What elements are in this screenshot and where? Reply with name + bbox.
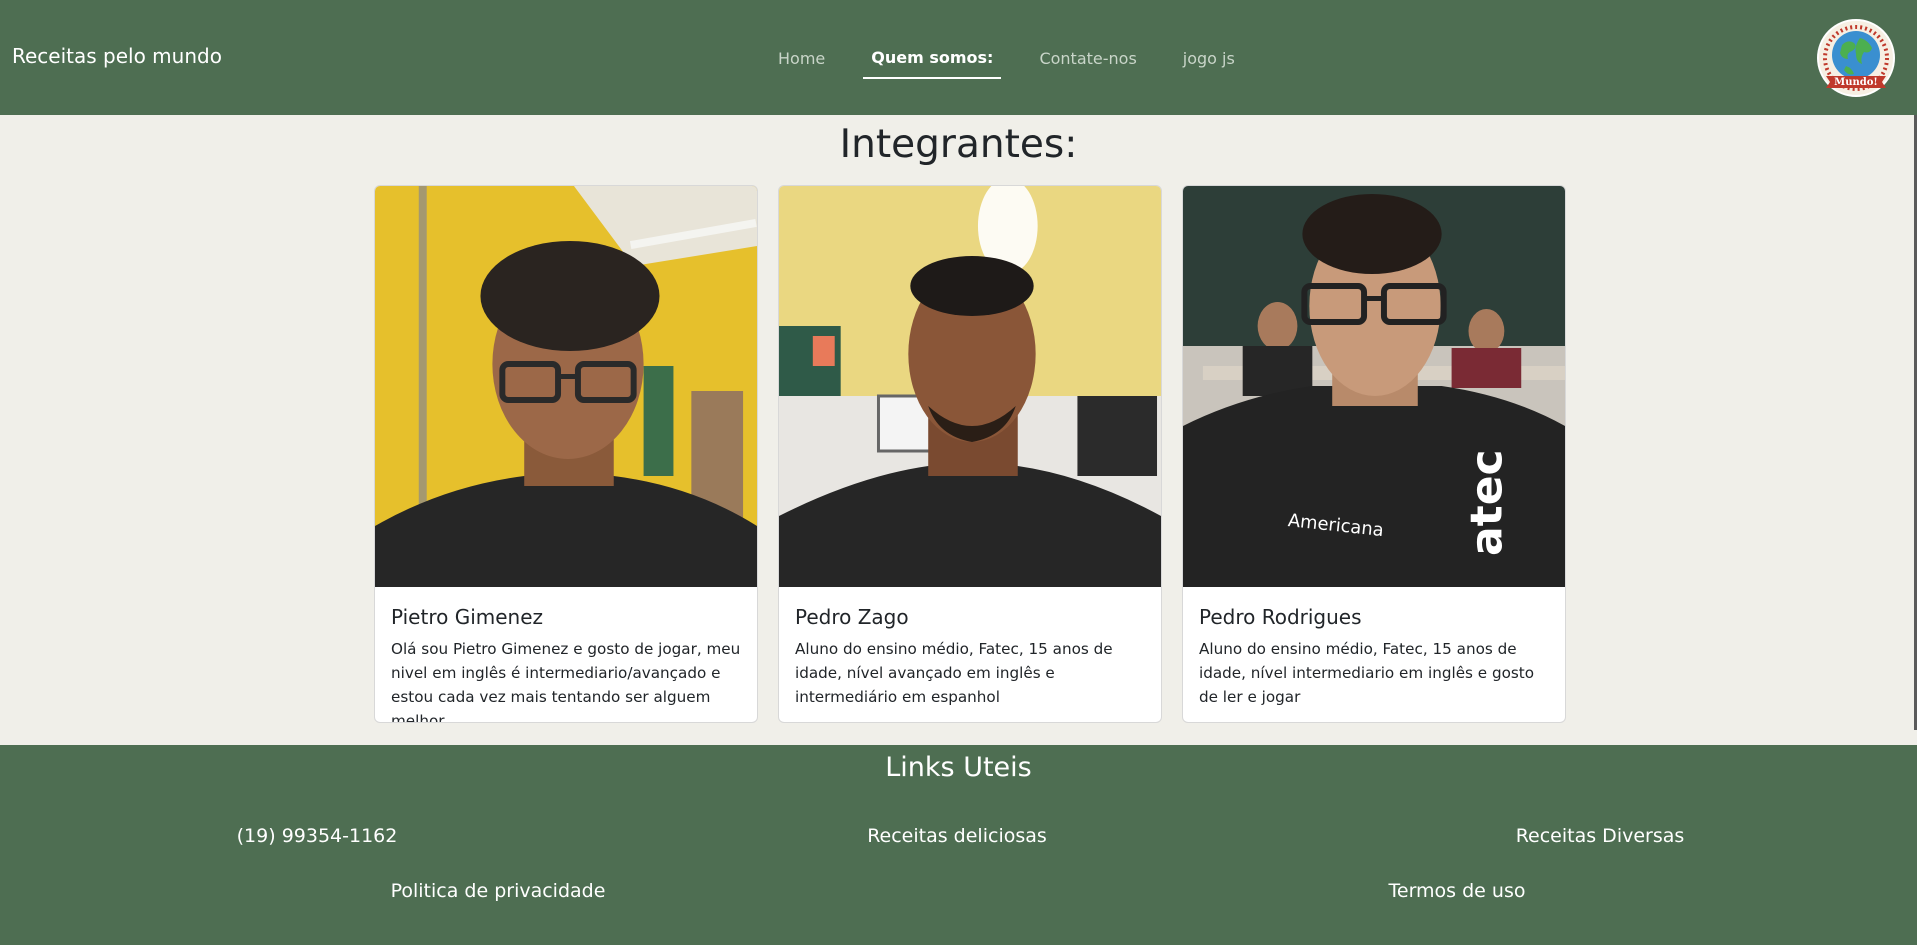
- members-card-list: Pietro Gimenez Olá sou Pietro Gimenez e …: [374, 185, 1566, 723]
- nav-menu: Home Quem somos: Contate-nos jogo js: [770, 44, 1273, 79]
- member-description: Aluno do ensino médio, Fatec, 15 anos de…: [795, 640, 1113, 706]
- member-card: Pietro Gimenez Olá sou Pietro Gimenez e …: [374, 185, 758, 723]
- nav-link-quem-somos[interactable]: Quem somos:: [863, 44, 1002, 79]
- member-description: Aluno do ensino médio, Fatec, 15 anos de…: [1199, 640, 1535, 706]
- member-card: Americana atec Pedro Rodrigues Aluno do …: [1182, 185, 1566, 723]
- nav-link-home[interactable]: Home: [770, 45, 833, 78]
- card-body: Pietro Gimenez Olá sou Pietro Gimenez e …: [375, 587, 757, 723]
- member-photo-pedro-zago: [779, 186, 1161, 587]
- member-name: Pedro Rodrigues: [1199, 605, 1362, 629]
- member-photo-pietro: [375, 186, 757, 587]
- nav-link-jogo-js[interactable]: jogo js: [1175, 45, 1243, 78]
- member-photo-pedro-rodrigues: Americana atec: [1183, 186, 1565, 587]
- member-description: Olá sou Pietro Gimenez e gosto de jogar,…: [391, 640, 741, 723]
- brand-link[interactable]: Receitas pelo mundo: [12, 44, 222, 68]
- logo-text: Mundo!: [1834, 77, 1878, 88]
- footer-link-terms-of-use[interactable]: Termos de uso: [1389, 880, 1526, 902]
- page-title: Integrantes:: [839, 122, 1078, 167]
- footer-title: Links Uteis: [885, 752, 1032, 783]
- card-body: Pedro Zago Aluno do ensino médio, Fatec,…: [779, 587, 1161, 721]
- member-card: Pedro Zago Aluno do ensino médio, Fatec,…: [778, 185, 1162, 723]
- card-body: Pedro Rodrigues Aluno do ensino médio, F…: [1183, 587, 1565, 721]
- footer-link-privacy-policy[interactable]: Politica de privacidade: [391, 880, 606, 902]
- svg-text:atec: atec: [1461, 449, 1512, 556]
- member-name: Pietro Gimenez: [391, 605, 544, 629]
- nav-link-contate-nos[interactable]: Contate-nos: [1031, 45, 1144, 78]
- top-navbar: Receitas pelo mundo Home Quem somos: Con…: [0, 0, 1917, 115]
- footer-link-receitas-diversas[interactable]: Receitas Diversas: [1516, 825, 1685, 847]
- footer-phone-link[interactable]: (19) 99354-1162: [237, 825, 398, 847]
- globe-logo-icon[interactable]: Mundo!: [1816, 18, 1896, 98]
- footer-link-receitas-deliciosas[interactable]: Receitas deliciosas: [867, 825, 1047, 847]
- member-name: Pedro Zago: [795, 605, 909, 629]
- footer: Links Uteis (19) 99354-1162 Receitas del…: [0, 745, 1917, 945]
